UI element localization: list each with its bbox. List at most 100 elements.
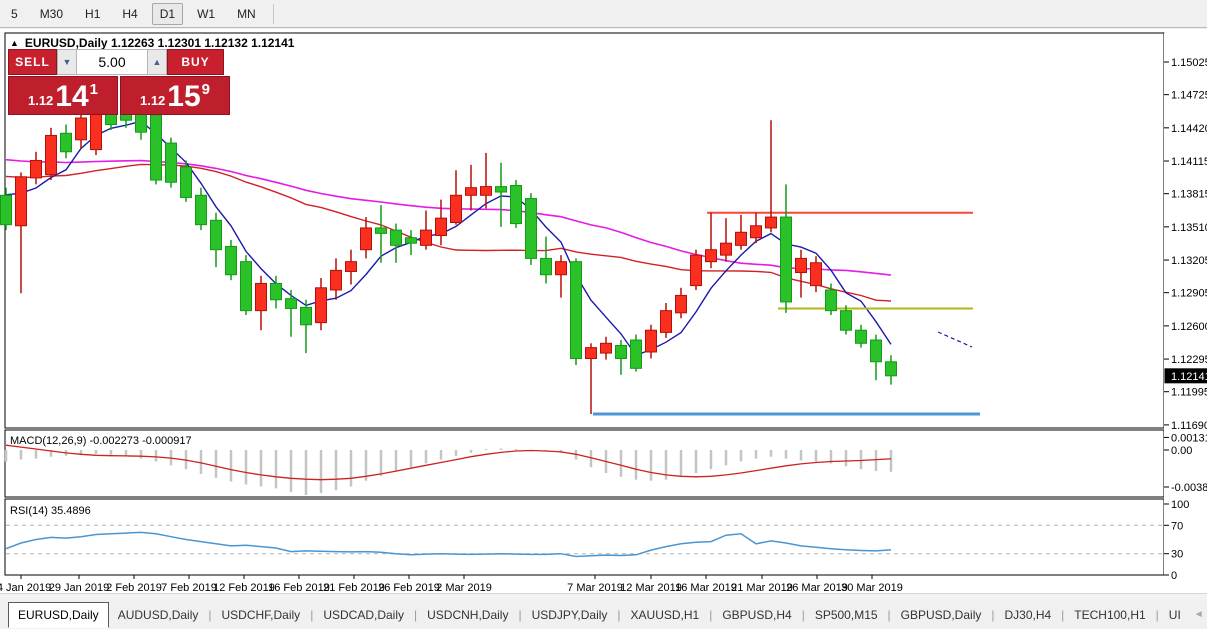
price-axis-label: 1.14420 xyxy=(1171,123,1207,135)
tab-gbpusd-daily[interactable]: GBPUSD,Daily xyxy=(892,603,991,627)
price-axis-label: 1.13205 xyxy=(1171,255,1207,267)
price-axis-label: 1.14725 xyxy=(1171,90,1207,102)
candle-body-down xyxy=(541,258,552,274)
chart-title-text: EURUSD,Daily 1.12263 1.12301 1.12132 1.1… xyxy=(25,36,295,50)
current-price-tag-text: 1.12141 xyxy=(1171,371,1207,383)
candle-body-down xyxy=(61,133,72,151)
candle-body-down xyxy=(376,228,387,233)
tab-ui[interactable]: UI xyxy=(1160,603,1190,627)
timeframe-toolbar: 5 M30 H1 H4 D1 W1 MN xyxy=(0,0,1207,28)
candle-body-down xyxy=(511,186,522,224)
timeframe-button-h1[interactable]: H1 xyxy=(77,3,108,25)
candle-body-down xyxy=(631,340,642,368)
tab-usdcad-daily[interactable]: USDCAD,Daily xyxy=(314,603,413,627)
window-bottom-strip xyxy=(0,593,1207,600)
candle-body-up xyxy=(676,295,687,312)
ask-price-pip: 9 xyxy=(202,81,210,98)
candle-body-down xyxy=(871,340,882,362)
price-axis-label: 1.13815 xyxy=(1171,189,1207,201)
candle-body-up xyxy=(586,348,597,359)
rsi-axis-label: 30 xyxy=(1171,549,1183,561)
candle-body-up xyxy=(811,263,822,286)
timeframe-button-d1[interactable]: D1 xyxy=(152,3,183,25)
date-label: 16 Feb 2019 xyxy=(268,582,330,593)
timeframe-button-mn[interactable]: MN xyxy=(229,3,264,25)
date-label: 26 Mar 2019 xyxy=(786,582,848,593)
tab-audusd-daily[interactable]: AUDUSD,Daily xyxy=(109,603,208,627)
candle-body-up xyxy=(691,255,702,285)
volume-decrease-button[interactable]: ▼ xyxy=(57,49,77,75)
candle-body-up xyxy=(721,243,732,255)
one-click-trade-panel: SELL ▼ ▲ BUY 1.12 14 1 1.12 15 xyxy=(8,49,230,115)
candle-body-down xyxy=(181,167,192,197)
tab-dj30-h4[interactable]: DJ30,H4 xyxy=(995,603,1060,627)
macd-axis-label: 0.00 xyxy=(1171,445,1192,457)
timeframe-button-w1[interactable]: W1 xyxy=(189,3,223,25)
volume-increase-button[interactable]: ▲ xyxy=(147,49,167,75)
date-label: 7 Feb 2019 xyxy=(161,582,217,593)
candle-body-down xyxy=(151,115,162,180)
candle-body-up xyxy=(46,135,57,174)
price-axis-label: 1.11995 xyxy=(1171,387,1207,399)
timeframe-button-h4[interactable]: H4 xyxy=(114,3,145,25)
candle-body-down xyxy=(196,195,207,224)
candle-body-down xyxy=(406,238,417,243)
candle-body-up xyxy=(481,187,492,196)
bid-price-main: 14 xyxy=(55,82,88,112)
date-label: 21 Mar 2019 xyxy=(731,582,793,593)
tab-sp500-m15[interactable]: SP500,M15 xyxy=(806,603,887,627)
bid-price-prefix: 1.12 xyxy=(28,93,53,108)
macd-axis-label: 0.001313 xyxy=(1171,432,1207,444)
tab-usdjpy-daily[interactable]: USDJPY,Daily xyxy=(523,603,617,627)
panel-collapse-icon[interactable]: ▲ xyxy=(10,38,19,48)
candle-body-down xyxy=(271,283,282,299)
price-axis-label: 1.11690 xyxy=(1171,420,1207,432)
sell-button[interactable]: SELL xyxy=(8,49,57,75)
bid-price-button[interactable]: 1.12 14 1 xyxy=(8,76,118,115)
volume-input[interactable] xyxy=(77,49,147,75)
ask-price-main: 15 xyxy=(167,82,200,112)
price-axis-label: 1.12905 xyxy=(1171,288,1207,300)
tab-usdchf-daily[interactable]: USDCHF,Daily xyxy=(213,603,310,627)
timeframe-button-5[interactable]: 5 xyxy=(3,3,26,25)
chevron-down-icon: ▼ xyxy=(63,57,72,67)
chart-title: ▲ EURUSD,Daily 1.12263 1.12301 1.12132 1… xyxy=(10,36,294,50)
ask-price-prefix: 1.12 xyxy=(140,93,165,108)
bid-price-pip: 1 xyxy=(90,81,98,98)
candle-body-down xyxy=(856,330,867,343)
date-label: 2 Mar 2019 xyxy=(436,582,492,593)
candle-body-up xyxy=(646,330,657,352)
macd-axis-label: -0.003862 xyxy=(1171,482,1207,494)
candle-body-up xyxy=(361,228,372,250)
tab-scroll-left-icon[interactable]: ◄ xyxy=(1190,609,1207,620)
rsi-axis-label: 0 xyxy=(1171,570,1177,582)
candle-body-up xyxy=(421,230,432,245)
timeframe-button-m30[interactable]: M30 xyxy=(32,3,71,25)
rsi-pane xyxy=(5,499,1164,575)
ask-price-button[interactable]: 1.12 15 9 xyxy=(120,76,230,115)
tab-eurusd-daily[interactable]: EURUSD,Daily xyxy=(8,602,109,628)
application-window: 5M30H1H4D1W1MN 1.150251.147251.144201.14… xyxy=(0,0,1207,629)
tab-usdcnh-daily[interactable]: USDCNH,Daily xyxy=(418,603,517,627)
candle-body-up xyxy=(766,217,777,228)
tab-xauusd-h1[interactable]: XAUUSD,H1 xyxy=(622,603,709,627)
candle-body-up xyxy=(601,343,612,353)
candle-body-down xyxy=(826,290,837,311)
candle-body-up xyxy=(331,270,342,290)
candle-body-up xyxy=(796,258,807,272)
tab-gbpusd-h4[interactable]: GBPUSD,H4 xyxy=(713,603,800,627)
date-label: 21 Feb 2019 xyxy=(323,582,385,593)
buy-button[interactable]: BUY xyxy=(167,49,224,75)
candle-body-up xyxy=(556,262,567,275)
date-label: 24 Jan 2019 xyxy=(0,582,51,593)
candle-body-down xyxy=(226,246,237,274)
candle-body-up xyxy=(31,160,42,177)
tab-tech100-h1[interactable]: TECH100,H1 xyxy=(1065,603,1154,627)
macd-label: MACD(12,26,9) -0.002273 -0.000917 xyxy=(10,435,192,447)
candle-body-up xyxy=(661,311,672,333)
candle-body-down xyxy=(841,311,852,331)
date-label: 7 Mar 2019 xyxy=(567,582,623,593)
candle-body-down xyxy=(616,345,627,358)
candle-body-down xyxy=(886,362,897,376)
price-axis-label: 1.14115 xyxy=(1171,156,1207,168)
